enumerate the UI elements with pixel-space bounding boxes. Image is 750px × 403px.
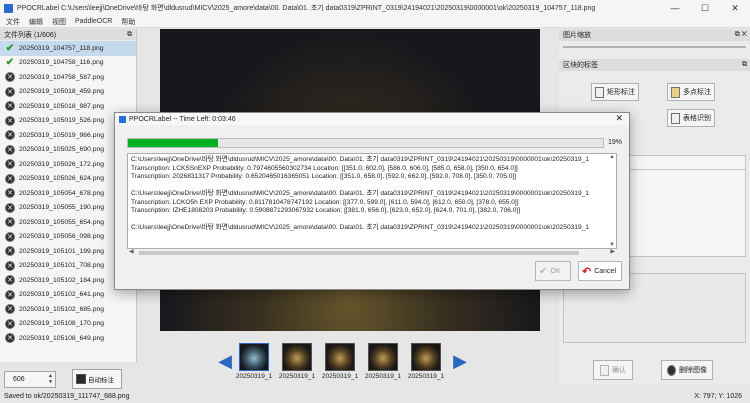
log-line: Transcription: 2026831317 Probability: 0… bbox=[131, 173, 517, 180]
dialog-title-bar: PPOCRLabel -- Time Left: 0:03:46 ✕ bbox=[115, 113, 629, 125]
dialog-title: PPOCRLabel -- Time Left: 0:03:46 bbox=[129, 115, 236, 123]
progress-dialog: PPOCRLabel -- Time Left: 0:03:46 ✕ 19% C… bbox=[114, 112, 630, 290]
log-line: Transcription: LCKSSnEXP Probability: 0.… bbox=[131, 164, 518, 172]
log-blank-line bbox=[131, 182, 613, 191]
progress-percent: 19% bbox=[608, 139, 623, 146]
dialog-app-icon bbox=[119, 115, 126, 123]
log-line: C:\Users\leejj\OneDrive\바탕 화면\dldusrud\M… bbox=[131, 190, 589, 197]
cancel-text: Cancel bbox=[594, 267, 617, 275]
log-line: C:\Users\leejj\OneDrive\바탕 화면\dldusrud\M… bbox=[131, 156, 589, 163]
cancel-button[interactable]: ↶ Cancel bbox=[578, 261, 622, 281]
log-textbox[interactable]: C:\Users\leejj\OneDrive\바탕 화면\dldusrud\M… bbox=[127, 153, 617, 249]
log-line: C:\Users\leejj\OneDrive\바탕 화면\dldusrud\M… bbox=[131, 224, 589, 231]
dialog-close-icon[interactable]: ✕ bbox=[615, 113, 623, 124]
undo-arrow-icon: ↶ bbox=[582, 265, 592, 278]
log-line: Transcription: LCKO5h EXP Probability: 0… bbox=[131, 198, 519, 206]
progress-fill bbox=[128, 139, 219, 147]
progress-bar bbox=[127, 138, 604, 148]
log-line: Transcription: IZHE1808203 Probability: … bbox=[131, 207, 521, 214]
check-icon: ✔ bbox=[539, 265, 548, 277]
ok-text: OK bbox=[550, 267, 561, 275]
scroll-up-icon[interactable]: ▲ bbox=[609, 154, 615, 160]
log-blank-line bbox=[131, 216, 613, 225]
scroll-left-icon[interactable]: ◀ bbox=[129, 248, 134, 255]
log-vertical-scrollbar[interactable]: ▲ ▼ bbox=[609, 154, 616, 248]
ok-button[interactable]: ✔ OK bbox=[535, 261, 571, 281]
scroll-right-icon[interactable]: ▶ bbox=[610, 248, 615, 255]
log-horizontal-scrollbar[interactable]: ◀ ▶ bbox=[127, 249, 617, 257]
scroll-thumb[interactable] bbox=[139, 251, 579, 255]
